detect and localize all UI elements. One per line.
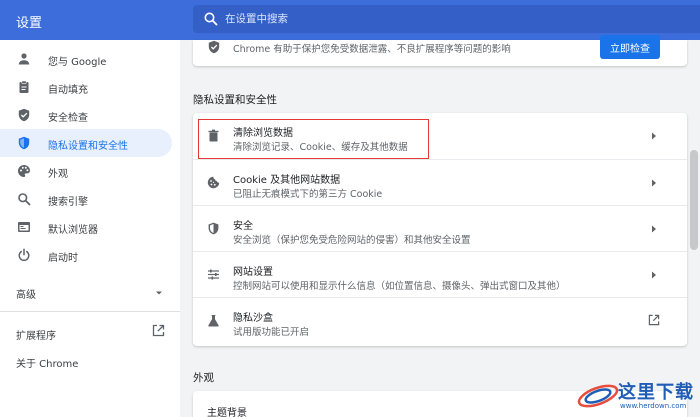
row-title: 安全 bbox=[233, 221, 253, 232]
row-subtitle: 试用版功能已开启 bbox=[233, 327, 310, 338]
sidebar-item-autofill[interactable]: 自动填充 bbox=[0, 73, 172, 101]
chevron-right-icon bbox=[652, 179, 656, 187]
appearance-section-title: 外观 bbox=[193, 372, 214, 384]
main-content: Chrome 有助于保护您免受数据泄露、不良扩展程序等问题的影响 立即检查 隐私… bbox=[193, 35, 687, 417]
check-now-button[interactable]: 立即检查 bbox=[600, 35, 660, 59]
power-icon bbox=[18, 248, 30, 262]
sidebar: 您与 Google 自动填充 安全检查 隐私设置和安全性 外观 搜索引擎 默认浏… bbox=[0, 40, 180, 417]
person-icon bbox=[18, 53, 30, 65]
open-in-new-icon[interactable] bbox=[152, 324, 165, 337]
sidebar-item-search-engine[interactable]: 搜索引擎 bbox=[0, 185, 172, 213]
privacy-section-title: 隐私设置和安全性 bbox=[193, 94, 277, 106]
row-subtitle: 控制网站可以使用和显示什么信息（如位置信息、摄像头、弹出式窗口及其他） bbox=[233, 281, 566, 292]
browser-icon bbox=[18, 222, 30, 232]
row-title: 隐私沙盒 bbox=[233, 313, 273, 324]
privacy-row-site-settings[interactable]: 网站设置 控制网站可以使用和显示什么信息（如位置信息、摄像头、弹出式窗口及其他） bbox=[193, 251, 687, 297]
row-title: Cookie 及其他网站数据 bbox=[233, 175, 341, 186]
row-title: 网站设置 bbox=[233, 267, 273, 278]
search-input[interactable] bbox=[225, 5, 685, 33]
shield-check-icon bbox=[208, 40, 220, 54]
sidebar-item-default-browser[interactable]: 默认浏览器 bbox=[0, 213, 172, 241]
privacy-row-cookies[interactable]: Cookie 及其他网站数据 已阻止无痕模式下的第三方 Cookie bbox=[193, 159, 687, 205]
sidebar-item-privacy[interactable]: 隐私设置和安全性 bbox=[0, 129, 172, 157]
privacy-row-privacy-sandbox[interactable]: 隐私沙盒 试用版功能已开启 bbox=[193, 297, 687, 343]
shield-check-icon bbox=[18, 108, 30, 122]
search-icon bbox=[204, 12, 218, 26]
sidebar-about-chrome[interactable]: 关于 Chrome bbox=[16, 355, 78, 370]
top-bar: 设置 bbox=[0, 0, 700, 40]
scrollbar-thumb[interactable] bbox=[690, 150, 698, 250]
sidebar-item-label: 搜索引擎 bbox=[48, 197, 88, 208]
watermark-text: 这里下载 bbox=[618, 382, 694, 403]
search-box[interactable] bbox=[193, 5, 700, 33]
watermark-url: www.herdown.com bbox=[620, 402, 687, 410]
sidebar-extensions[interactable]: 扩展程序 bbox=[16, 327, 56, 342]
row-subtitle: 安全浏览（保护您免受危险网站的侵害）和其他安全设置 bbox=[233, 235, 471, 246]
sidebar-item-safety-check[interactable]: 安全检查 bbox=[0, 101, 172, 129]
sidebar-item-label: 安全检查 bbox=[48, 113, 88, 124]
caret-down-icon[interactable] bbox=[155, 290, 163, 296]
safety-check-card: Chrome 有助于保护您免受数据泄露、不良扩展程序等问题的影响 立即检查 bbox=[193, 35, 687, 66]
sidebar-item-label: 自动填充 bbox=[48, 85, 88, 96]
open-in-new-icon[interactable] bbox=[648, 314, 660, 326]
row-subtitle: 已阻止无痕模式下的第三方 Cookie bbox=[233, 189, 383, 200]
palette-icon bbox=[18, 165, 30, 177]
sidebar-item-label: 启动时 bbox=[48, 253, 78, 264]
flask-icon bbox=[208, 315, 219, 327]
highlight-box bbox=[198, 119, 429, 159]
sliders-icon bbox=[208, 269, 219, 280]
sidebar-item-you-and-google[interactable]: 您与 Google bbox=[0, 45, 172, 73]
safety-check-text: Chrome 有助于保护您免受数据泄露、不良扩展程序等问题的影响 bbox=[233, 44, 511, 55]
sidebar-divider bbox=[0, 311, 180, 312]
sidebar-item-appearance[interactable]: 外观 bbox=[0, 157, 172, 185]
sidebar-item-label: 外观 bbox=[48, 169, 68, 180]
chevron-right-icon bbox=[652, 271, 656, 279]
cookie-icon bbox=[207, 176, 220, 189]
shield-icon bbox=[18, 136, 30, 150]
search-icon bbox=[18, 193, 31, 206]
sidebar-advanced[interactable]: 高级 bbox=[16, 286, 36, 301]
security-shield-icon bbox=[208, 222, 219, 235]
chevron-right-icon bbox=[652, 225, 656, 233]
chevron-right-icon bbox=[652, 132, 656, 140]
sidebar-item-label: 隐私设置和安全性 bbox=[48, 141, 128, 152]
sidebar-item-label: 默认浏览器 bbox=[48, 225, 98, 236]
sidebar-item-on-startup[interactable]: 启动时 bbox=[0, 241, 172, 269]
theme-row-title[interactable]: 主题背景 bbox=[207, 404, 247, 417]
privacy-row-security[interactable]: 安全 安全浏览（保护您免受危险网站的侵害）和其他安全设置 bbox=[193, 205, 687, 251]
clipboard-icon bbox=[19, 80, 29, 93]
sidebar-item-label: 您与 Google bbox=[48, 57, 107, 68]
app-title: 设置 bbox=[16, 16, 43, 31]
